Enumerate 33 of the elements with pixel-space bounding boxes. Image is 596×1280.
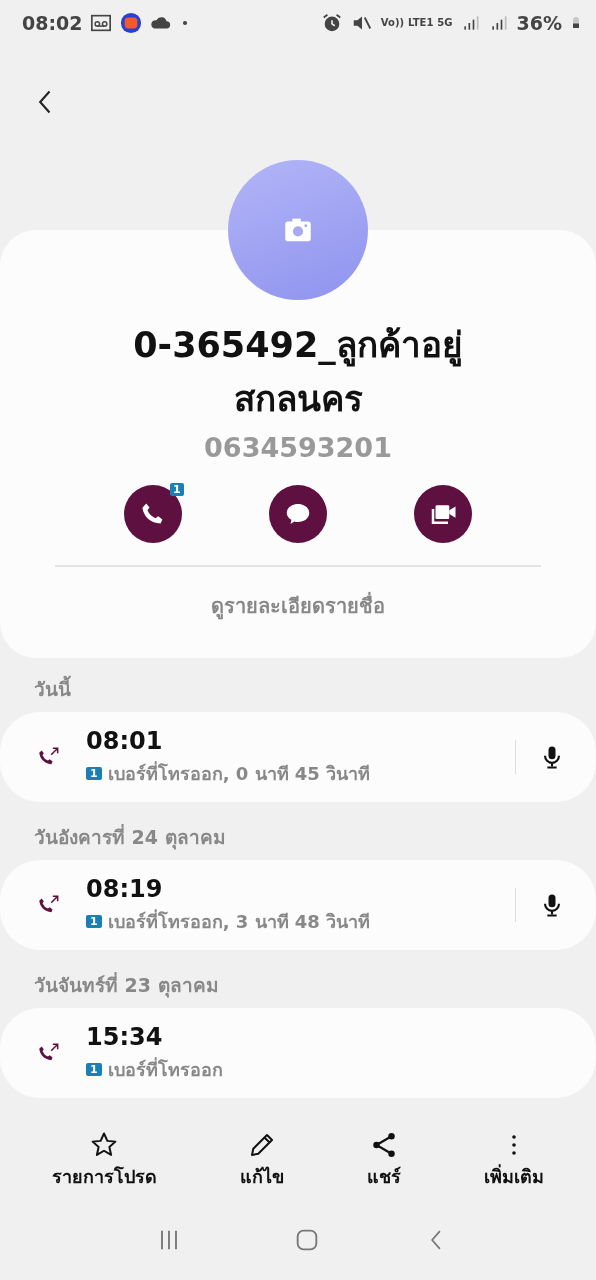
sim-badge: 1 — [170, 483, 184, 496]
toolbar-button[interactable]: รายการโปรด — [51, 1129, 157, 1191]
back-nav-button[interactable] — [431, 1230, 441, 1250]
call-detail: เบอร์ที่โทรออก — [107, 1056, 223, 1082]
toolbar-button[interactable]: แชร์ — [367, 1129, 402, 1191]
message-button[interactable] — [269, 485, 327, 543]
call-log-item[interactable]: 08:19 1 เบอร์ที่โทรออก, 3 นาที 48 วินาที — [0, 860, 596, 950]
sim-badge: 1 — [86, 914, 102, 928]
call-time: 08:19 — [86, 874, 164, 903]
call-log-item[interactable]: 15:34 1 เบอร์ที่โทรออก — [0, 1008, 596, 1098]
back-icon — [431, 1230, 441, 1250]
date-header: วันนี้ — [0, 676, 596, 712]
contact-name: 0-365492_ลูกค้าอยู่ สกลนคร — [133, 324, 463, 421]
toolbar-button[interactable]: แก้ไข — [239, 1129, 284, 1191]
date-header: วันอังคารที่ 24 ตุลาคม — [33, 824, 227, 852]
call-time: 15:34 — [86, 1022, 164, 1051]
battery-percent: 36% — [516, 11, 562, 34]
call-time: 08:01 — [86, 726, 164, 755]
call-detail: เบอร์ที่โทรออก, 0 นาที 45 วินาที — [107, 760, 371, 786]
call-log-item[interactable]: 08:01 1 เบอร์ที่โทรออก, 0 นาที 45 วินาที — [0, 712, 596, 802]
call-button[interactable] — [123, 485, 182, 543]
phone-number: 0634593201 — [204, 432, 392, 463]
clock-time: 08:02 — [22, 11, 83, 34]
sim-badge: 1 — [86, 766, 102, 780]
sim-badge: 1 — [86, 1062, 102, 1076]
network-label: Vo)) — [380, 17, 404, 28]
call-detail: เบอร์ที่โทรออก, 3 นาที 48 วินาที — [107, 908, 371, 934]
date-header: วันจันทร์ที่ 23 ตุลาคม — [33, 972, 220, 1000]
network-label: 5G — [437, 17, 453, 28]
network-label: LTE1 — [408, 17, 434, 28]
toolbar-button[interactable]: เพิ่มเติม — [484, 1129, 545, 1191]
app-icon — [120, 11, 143, 34]
video-call-button[interactable] — [414, 485, 473, 543]
